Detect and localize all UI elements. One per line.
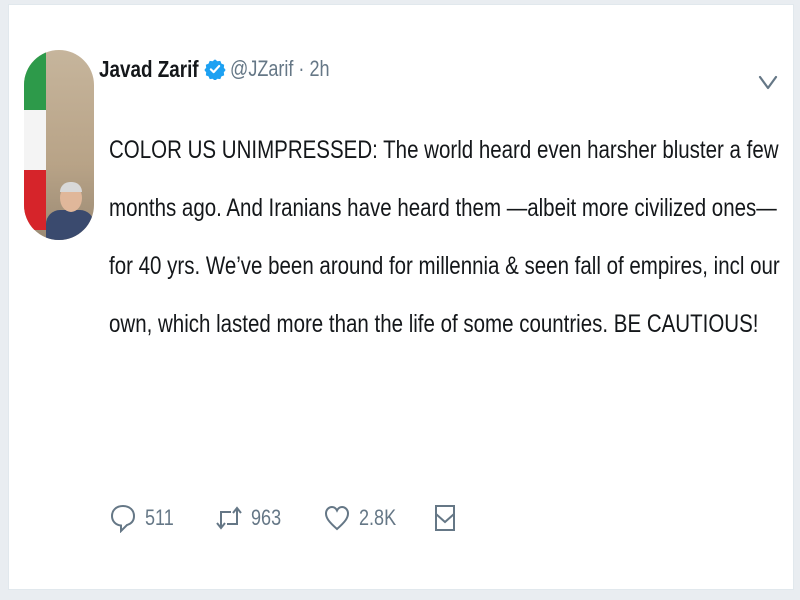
heart-icon — [324, 505, 350, 531]
flag-background — [24, 50, 46, 230]
dm-button[interactable] — [431, 493, 459, 543]
tweet-header: Javad Zarif @JZarif · 2h — [99, 49, 352, 89]
like-button[interactable]: 2.8K — [323, 493, 404, 543]
reply-button[interactable]: 511 — [109, 493, 180, 543]
reply-count: 511 — [145, 505, 174, 530]
handle-and-time[interactable]: @JZarif · 2h — [230, 56, 330, 82]
reply-icon — [110, 504, 136, 533]
profile-person — [44, 178, 94, 240]
avatar[interactable] — [24, 50, 94, 240]
tweet-card[interactable]: Javad Zarif @JZarif · 2h COLOR US UNIMPR… — [8, 4, 794, 590]
retweet-icon — [216, 506, 242, 530]
tweet-text: COLOR US UNIMPRESSED: The world heard ev… — [109, 136, 780, 338]
retweet-button[interactable]: 963 — [215, 493, 288, 543]
like-count: 2.8K — [359, 505, 397, 530]
retweet-count: 963 — [251, 505, 282, 530]
author-name[interactable]: Javad Zarif — [99, 56, 199, 83]
verified-badge-icon — [204, 59, 227, 80]
direct-message-icon — [435, 505, 455, 531]
chevron-down-icon[interactable] — [755, 69, 781, 95]
